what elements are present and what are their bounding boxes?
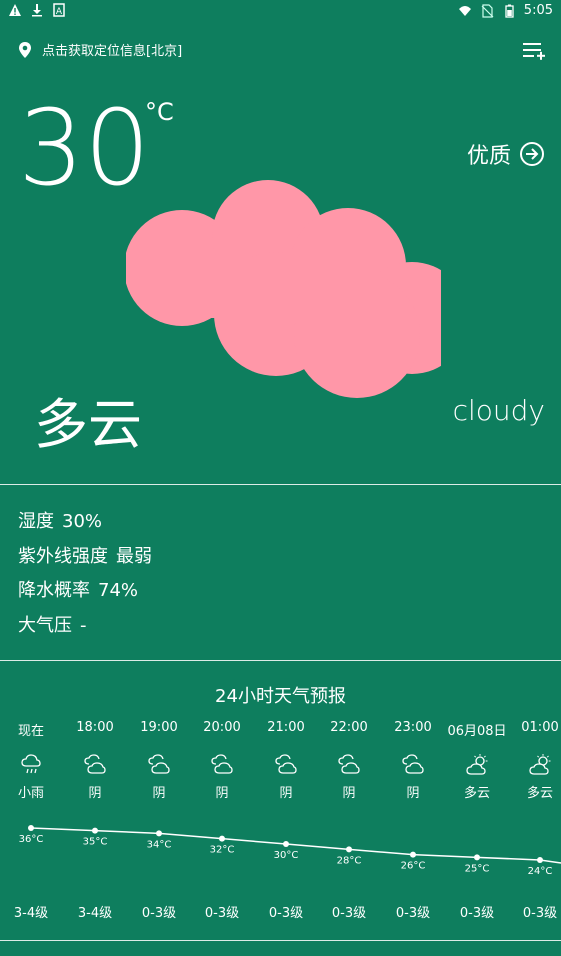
hourly-item: 01:00 多云 0-3级 (505, 720, 561, 930)
partly-cloudy-icon (529, 754, 551, 776)
hourly-condition: 阴 (215, 786, 229, 801)
hourly-item: 21:00 阴 0-3级 (251, 720, 321, 930)
hourly-item: 19:00 阴 0-3级 (124, 720, 194, 930)
overcast-icon (338, 754, 360, 776)
hourly-time: 22:00 (330, 720, 368, 735)
hourly-wind-level: 0-3级 (522, 906, 558, 921)
detail-humidity: 湿度 30% (18, 505, 152, 540)
hourly-forecast[interactable]: 36°C 35°C 34°C 32°C 30°C 28°C 26°C 25°C 24°C 现在小… (0, 720, 561, 930)
hourly-time: 01:00 (521, 720, 559, 735)
detail-value: - (80, 614, 87, 636)
detail-precipitation: 降水概率 74% (18, 574, 152, 609)
notification-icon: A (53, 3, 65, 17)
hourly-condition: 阴 (88, 786, 102, 801)
hourly-condition: 多云 (463, 786, 490, 801)
status-bar: A 5:05 (0, 0, 561, 24)
condition-chinese: 多云 (34, 393, 142, 456)
detail-value: 30% (62, 511, 103, 532)
detail-label: 大气压 (18, 614, 72, 636)
temperature-unit: °C (145, 98, 174, 126)
detail-label: 降水概率 (18, 580, 90, 601)
condition-english: cloudy (452, 394, 545, 427)
hourly-wind-level: 0-3级 (459, 906, 495, 921)
hourly-forecast-title: 24小时天气预报 (215, 686, 346, 707)
overcast-icon (84, 754, 106, 776)
hourly-wind-level: 0-3级 (268, 906, 304, 921)
air-quality-button[interactable]: 优质 (467, 138, 545, 170)
detail-label: 紫外线强度 (18, 545, 108, 567)
hourly-item: 现在小雨 3-4级 (0, 720, 66, 930)
status-right: 5:05 (458, 3, 553, 18)
divider (0, 940, 561, 941)
hourly-time: 06月08日 (447, 724, 507, 739)
hourly-wind-level: 0-3级 (204, 906, 240, 921)
hourly-time: 21:00 (267, 720, 305, 735)
hourly-wind-level: 3-4级 (77, 906, 113, 921)
hourly-condition: 阴 (279, 786, 293, 801)
battery-icon (505, 4, 514, 18)
hourly-time: 现在 (17, 724, 44, 739)
divider (0, 660, 561, 661)
hourly-time: 20:00 (203, 720, 241, 735)
divider (0, 484, 561, 485)
wifi-icon (458, 5, 471, 16)
overcast-icon (148, 754, 170, 776)
no-sim-icon (481, 3, 494, 18)
status-left: A (8, 3, 66, 17)
hourly-item: 06月08日 多云 0-3级 (442, 720, 512, 930)
overcast-icon (402, 754, 424, 776)
air-quality-label: 优质 (466, 144, 511, 169)
overcast-icon (211, 754, 233, 776)
hourly-time: 19:00 (140, 720, 178, 735)
location-pin-icon (19, 41, 31, 58)
hourly-wind-level: 3-4级 (13, 906, 49, 921)
hourly-time: 23:00 (394, 720, 432, 735)
location-button[interactable]: 点击获取定位信息[北京] (18, 40, 182, 59)
partly-cloudy-icon (466, 754, 488, 776)
city-list-add-icon[interactable] (521, 40, 545, 64)
detail-uv: 紫外线强度 最弱 (18, 540, 152, 575)
rain-icon (20, 754, 42, 776)
hourly-condition: 阴 (152, 786, 166, 801)
warning-icon (9, 4, 21, 16)
hourly-item: 20:00 阴 0-3级 (187, 720, 257, 930)
hourly-time: 18:00 (76, 720, 114, 735)
detail-label: 湿度 (18, 511, 54, 532)
hourly-item: 22:00 阴 0-3级 (314, 720, 384, 930)
arrow-right-circle-icon (520, 142, 544, 166)
hourly-item: 23:00 阴 0-3级 (378, 720, 448, 930)
svg-text:A: A (56, 7, 63, 17)
hourly-wind-level: 0-3级 (331, 906, 367, 921)
location-text: 点击获取定位信息[北京] (42, 44, 183, 59)
download-icon (32, 4, 42, 17)
hourly-condition: 阴 (406, 786, 420, 801)
detail-value: 最弱 (116, 545, 152, 567)
cloud-illustration (126, 180, 441, 398)
status-time: 5:05 (523, 3, 553, 18)
hourly-condition: 阴 (342, 786, 356, 801)
hourly-wind-level: 0-3级 (141, 906, 177, 921)
detail-pressure: 大气压 - (18, 609, 152, 644)
detail-value: 74% (98, 580, 139, 601)
weather-details: 湿度 30% 紫外线强度 最弱 降水概率 74% 大气压 - (18, 505, 152, 643)
hourly-condition: 多云 (526, 786, 553, 801)
hourly-item: 18:00 阴 3-4级 (60, 720, 130, 930)
hourly-condition: 小雨 (17, 786, 44, 801)
hourly-wind-level: 0-3级 (395, 906, 431, 921)
overcast-icon (275, 754, 297, 776)
